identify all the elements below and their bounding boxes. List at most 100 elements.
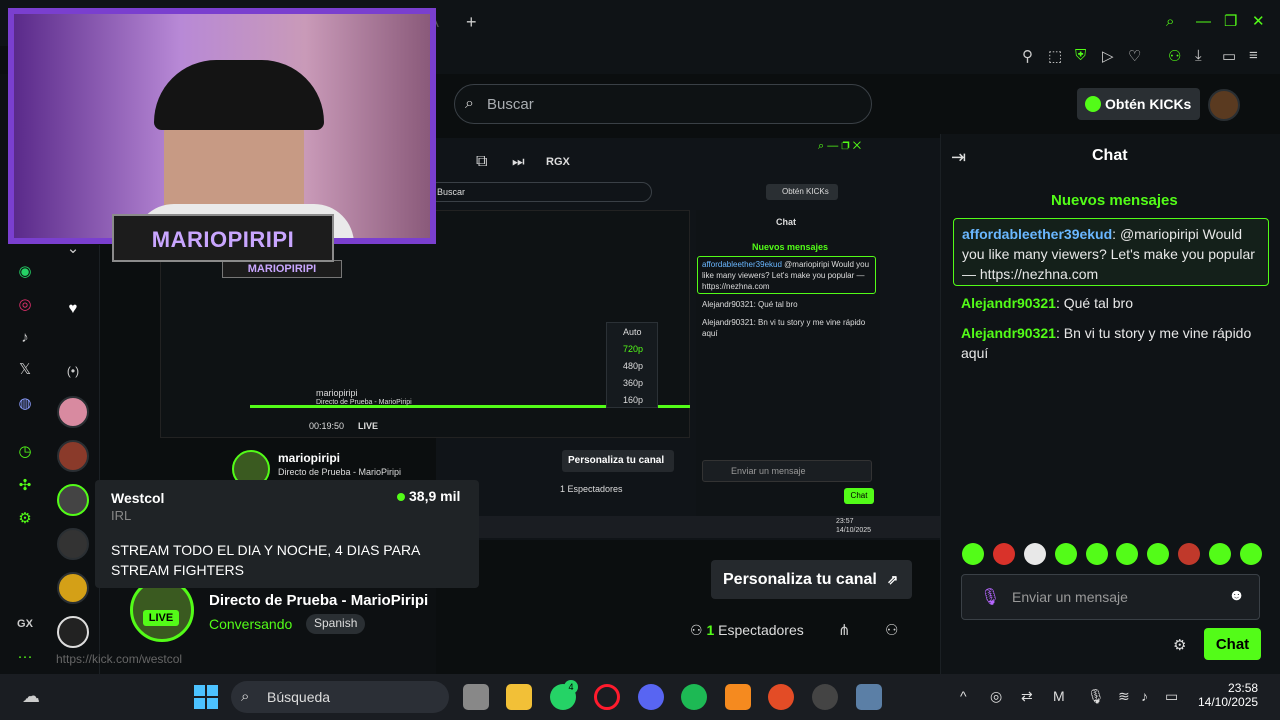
taskbar-clock[interactable]: 23:58 14/10/2025 [1198,681,1258,709]
microphone-tray-icon[interactable]: 🎙 [1087,688,1105,705]
minimize-icon[interactable]: — [1196,13,1211,30]
nested-title: Directo de Prueba - MarioPiripi [278,467,402,477]
chat-username[interactable]: Alejandr90321 [961,295,1056,311]
whatsapp-icon[interactable]: ◉ [14,261,36,283]
nested-search-text: Buscar [437,187,466,197]
viewers-number: 1 [706,622,715,638]
user-avatar[interactable] [1208,89,1240,121]
tray-app-icon[interactable]: M [1053,688,1065,704]
chrome-icon[interactable] [768,684,794,710]
chat-settings-icon[interactable]: ⚙ [1173,636,1186,654]
opera-gx-icon[interactable] [594,684,620,710]
maximize-icon[interactable]: ❐ [1224,12,1237,30]
emote-icon[interactable] [1147,543,1170,565]
tiktok-icon[interactable]: ♪ [14,327,36,349]
emoji-icon[interactable]: ☻ [1228,587,1245,605]
nested-msg1-user: affordableether39ekud [702,260,782,269]
search-icon[interactable]: ⌕ [1166,13,1174,30]
quality-menu[interactable]: Auto 720p 480p 360p 160p [606,322,658,408]
tray-chevron-icon[interactable]: ^ [960,688,967,704]
followed-channel-avatar[interactable] [57,440,89,472]
chat-username[interactable]: affordableether39ekud [962,226,1112,242]
share-icon[interactable]: ⋔ [838,621,851,639]
settings-icon[interactable]: ⚙ [14,508,36,530]
gx-label[interactable]: GX [14,613,36,635]
quality-option[interactable]: 360p [607,374,657,391]
chat-input[interactable]: 🎙 Enviar un mensaje ☻ [961,574,1260,620]
emote-icon[interactable] [1178,543,1201,565]
get-kicks-button[interactable]: Obtén KICKs [1077,88,1200,120]
x-icon[interactable]: 𝕏 [14,359,36,381]
emote-icon[interactable] [992,543,1015,565]
emote-icon[interactable] [1209,543,1231,565]
emote-icon[interactable] [1023,543,1046,565]
followed-channel-avatar[interactable] [57,572,89,604]
nested-time: 00:19:50 [309,421,345,431]
settings-taskbar-icon[interactable] [856,684,882,710]
tray-app-icon[interactable]: ◎ [990,688,1002,705]
followed-channel-avatar[interactable] [57,484,89,516]
shield-icon[interactable]: ⛨ [1075,47,1086,64]
battery-icon[interactable]: ▭ [1222,47,1236,65]
nested-customize: Personaliza tu canal [562,450,674,472]
volume-icon[interactable]: ♪ [1141,688,1148,704]
heart-icon[interactable]: ♥ [62,298,84,320]
discord-icon[interactable]: ◍ [14,393,36,415]
quality-option[interactable]: Auto [607,323,657,340]
language-tag[interactable]: Spanish [306,614,366,634]
file-explorer-icon[interactable] [506,684,532,710]
obs-icon[interactable] [812,684,838,710]
kick-icon [1085,96,1101,112]
followed-channel-avatar[interactable] [57,528,89,560]
snapshot-icon[interactable]: ⬚ [1048,47,1062,65]
followed-channel-avatar[interactable] [57,396,89,428]
taskbar-search[interactable]: ⌕ Búsqueda [231,681,449,713]
account-icon[interactable]: ⚇ [1168,47,1181,65]
customize-channel-button[interactable]: Personaliza tu canal ⇗ [711,560,912,599]
new-tab-button[interactable]: + [466,12,477,33]
tray-app-icon[interactable]: ⇄ [1021,688,1033,705]
history-icon[interactable]: ◷ [14,441,36,463]
spotify-icon[interactable] [681,684,707,710]
fl-studio-icon[interactable] [725,684,751,710]
heart-icon[interactable]: ♡ [1128,47,1141,65]
stream-category[interactable]: Conversando [209,616,292,632]
emote-icon[interactable] [1054,543,1077,565]
new-messages-label[interactable]: Nuevos mensajes [1051,192,1178,209]
live-channels-icon[interactable]: (•) [62,360,84,382]
chat-username[interactable]: Alejandr90321 [961,325,1056,341]
menu-icon[interactable]: ≡ [1249,47,1258,64]
followed-channel-avatar[interactable] [57,616,89,648]
extensions-icon[interactable]: ✣ [14,475,36,497]
clock-date: 14/10/2025 [1198,695,1259,709]
quality-option[interactable]: 480p [607,357,657,374]
chat-send-button[interactable]: Chat [1204,628,1261,660]
collapse-chevron-icon[interactable]: ⌄ [62,238,84,260]
collapse-chat-icon[interactable]: ⇥ [951,147,966,168]
nested-live: LIVE [358,421,379,431]
play-icon[interactable]: ▷ [1102,47,1114,65]
windows-start-icon[interactable] [194,685,218,709]
nested-input: Enviar un mensaje [702,460,872,482]
pin-icon[interactable]: ⚲ [1022,47,1033,65]
more-icon[interactable]: ··· [14,646,36,668]
battery-tray-icon[interactable]: ▭ [1165,688,1178,705]
close-icon[interactable]: ✕ [1252,12,1265,30]
microphone-icon[interactable]: 🎙 [980,587,1000,607]
emote-icon[interactable] [1085,543,1108,565]
search-bar[interactable]: ⌕ Buscar [454,84,872,124]
emote-icon[interactable] [1116,543,1139,565]
quality-option[interactable]: 720p [607,340,657,357]
whatsapp-badge: 4 [564,680,578,694]
weather-icon[interactable]: ☁ [22,686,40,707]
emote-icon[interactable] [1239,543,1262,565]
follow-user-icon[interactable]: ⚇ [885,621,898,639]
wifi-icon[interactable]: ≋ [1118,688,1130,705]
instagram-icon[interactable]: ◎ [14,294,36,316]
quality-option[interactable]: 160p [607,391,657,408]
discord-taskbar-icon[interactable] [638,684,664,710]
download-icon[interactable]: ⤓ [1195,47,1202,64]
emote-icon[interactable] [962,543,984,565]
task-view-icon[interactable] [463,684,489,710]
get-kicks-label: Obtén KICKs [1105,96,1192,112]
